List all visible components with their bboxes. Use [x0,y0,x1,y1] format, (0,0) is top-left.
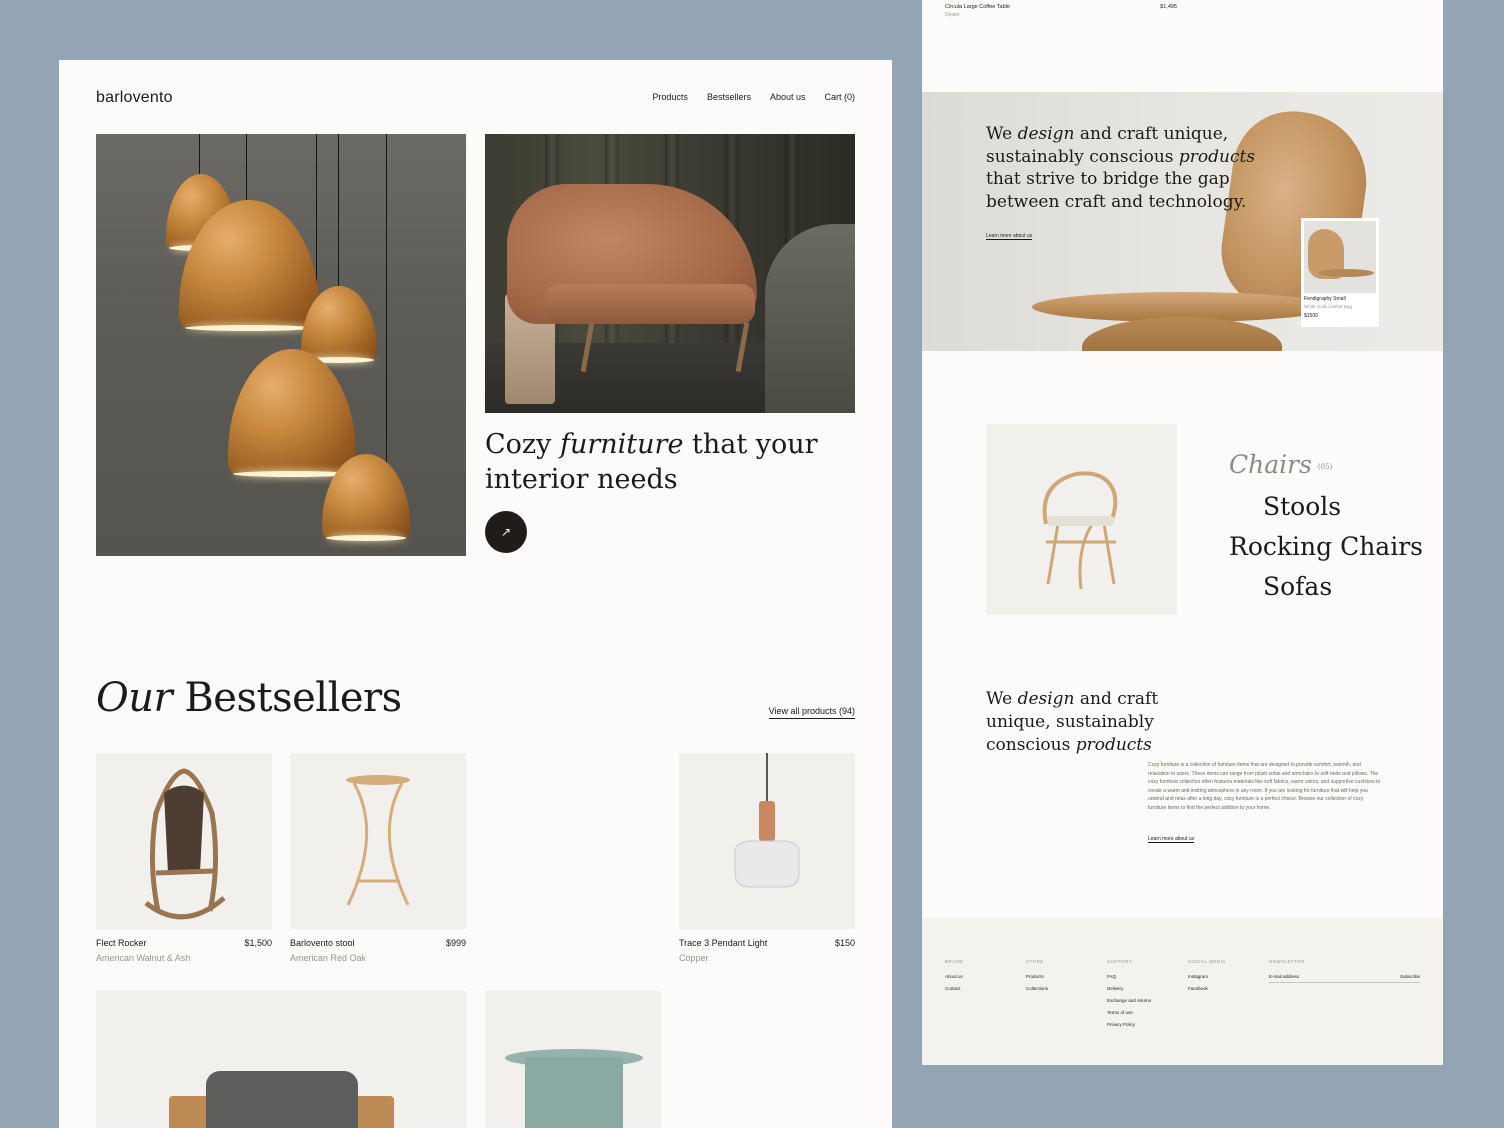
footer-link[interactable]: Contact [945,986,963,991]
product-card-sofa[interactable] [96,991,466,1128]
footer-col-social: SOCIAL MEDIA Instagram Facebook [1188,959,1226,991]
category-rocking-chairs[interactable]: Rocking Chairs [1229,527,1423,567]
footer-link[interactable]: Facebook [1188,986,1226,991]
item-material: Oyster [945,12,960,18]
product-material: American Red Oak [290,953,367,963]
product-price: $999 [445,938,466,948]
view-all-link[interactable]: View all products (94) [768,706,855,719]
footer-link[interactable]: FAQ [1107,974,1151,979]
bestsellers-title: Our Bestsellers [96,675,402,721]
featured-product-price: $1500 [1304,313,1318,319]
item-name: Circula Large Coffee Table [945,4,1010,10]
footer-link[interactable]: Exchange and returns [1107,998,1151,1003]
footer-link[interactable]: Products [1026,974,1048,979]
hero-lamps-image [96,134,466,556]
footer-link[interactable]: Instagram [1188,974,1226,979]
home-page: barlovento Products Bestsellers About us… [59,60,892,1128]
brand-logo[interactable]: barlovento [96,89,173,107]
product-card[interactable]: Trace 3 Pendant Light $150 Copper [679,753,855,963]
category-list: Chairs (05) Stools Rocking Chairs Sofas [1229,445,1423,607]
about-banner: We design and craft unique, sustainably … [922,92,1443,351]
featured-product-image [1304,221,1376,293]
footer-link[interactable]: Collections [1026,986,1048,991]
nav-about[interactable]: About us [770,92,806,102]
banner-text: We design and craft unique, sustainably … [986,124,1256,212]
footer: BRAND About us Contact STORE Products Co… [922,918,1443,1065]
hero-sofa-image [485,134,855,413]
hero-arrow-button[interactable]: ↗ [485,511,527,553]
product-name: Trace 3 Pendant Light [679,938,768,948]
learn-more-link[interactable]: Learn more about us [1148,836,1195,843]
product-card[interactable]: Flect Rocker $1,500 American Walnut & Ash [96,753,272,963]
featured-product-material: White Gold Leather Bag [1304,304,1353,309]
footer-link[interactable]: Privacy Policy [1107,1022,1151,1027]
footer-link[interactable]: About us [945,974,963,979]
product-price: $1,500 [244,938,272,948]
product-material: American Walnut & Ash [96,953,191,963]
product-material: Copper [679,953,709,963]
product-image [290,753,466,929]
product-image [679,753,855,929]
list-item[interactable]: Circula Large Coffee Table $1,495 Oyster [945,4,1177,18]
footer-link[interactable]: Terms of use [1107,1010,1151,1015]
learn-more-link[interactable]: Learn more about us [986,233,1033,240]
about-body: Cozy furniture is a collection of furnit… [1148,762,1381,811]
featured-product-card[interactable]: Fendigraphy Small White Gold Leather Bag… [1301,218,1379,327]
about-heading: We design and craft unique, sustainably … [986,689,1159,755]
product-image [96,753,272,929]
category-sofas[interactable]: Sofas [1229,567,1423,607]
nav-products[interactable]: Products [652,92,688,102]
nav-cart[interactable]: Cart (0) [824,92,855,102]
footer-col-brand: BRAND About us Contact [945,959,964,991]
about-page: Circula Large Coffee Table $1,495 Oyster… [922,0,1443,1065]
subscribe-button[interactable]: Subscribe [1400,974,1420,979]
hero-title: Cozy furniture that your interior needs [485,429,818,495]
featured-product-name: Fendigraphy Small [1304,296,1346,302]
product-card[interactable]: Barlovento stool $999 American Red Oak [290,753,466,963]
item-price: $1,495 [1160,4,1177,10]
product-name: Flect Rocker [96,938,147,948]
product-name: Barlovento stool [290,938,355,948]
footer-col-support: SUPPORT FAQ Delivery Exchange and return… [1107,959,1152,1027]
main-nav: Products Bestsellers About us Cart (0) [652,92,855,102]
category-chairs[interactable]: Chairs (05) [1229,445,1423,487]
product-price: $150 [834,938,855,948]
arrow-up-right-icon: ↗ [500,525,512,539]
category-stools[interactable]: Stools [1229,487,1423,527]
footer-link[interactable]: Delivery [1107,986,1151,991]
footer-col-store: STORE Products Collections [1026,959,1049,991]
nav-bestsellers[interactable]: Bestsellers [707,92,751,102]
product-card-table[interactable] [485,991,661,1128]
category-image [986,424,1177,615]
email-field[interactable] [1269,974,1369,979]
newsletter: NEWSLETTER Subscribe [1269,959,1420,983]
